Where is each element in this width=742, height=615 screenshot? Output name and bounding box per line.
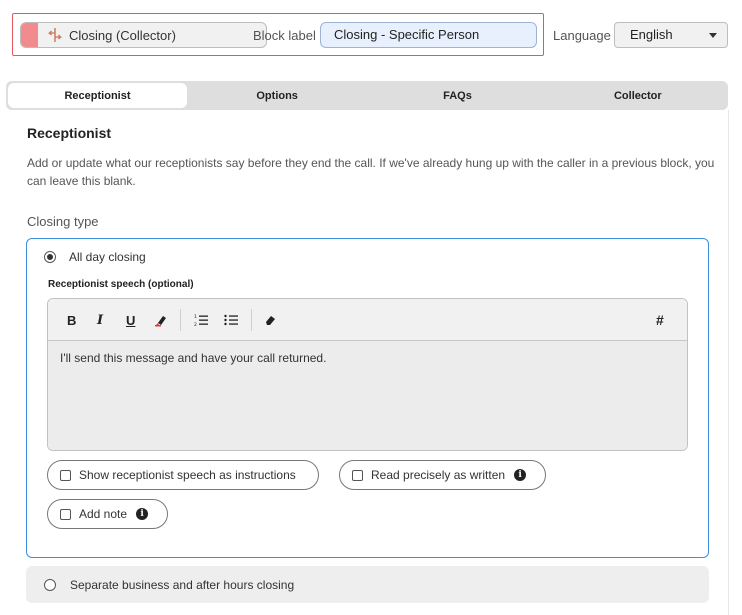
separate-hours-option[interactable]: Separate business and after hours closin…	[26, 566, 709, 603]
separate-hours-label: Separate business and after hours closin…	[70, 577, 295, 592]
ordered-list-icon[interactable]: 1 2	[194, 311, 208, 329]
svg-text:1: 1	[194, 314, 197, 320]
editor-toolbar: B I U 1 2 #	[48, 299, 687, 341]
speech-textarea[interactable]: I'll send this message and have your cal…	[48, 341, 687, 450]
toolbar-separator	[251, 309, 252, 331]
tab-receptionist[interactable]: Receptionist	[8, 83, 187, 108]
add-note-checkbox[interactable]: Add note i	[47, 499, 168, 529]
bullet-list-icon[interactable]	[224, 311, 238, 329]
block-type-chip[interactable]: Closing (Collector)	[20, 22, 267, 48]
block-label-input[interactable]: Closing - Specific Person	[320, 22, 537, 48]
all-day-closing-radio[interactable]	[44, 251, 56, 263]
tab-faqs[interactable]: FAQs	[367, 81, 547, 110]
separate-hours-radio[interactable]	[44, 578, 56, 591]
info-icon[interactable]: i	[514, 469, 527, 481]
svg-text:2: 2	[194, 322, 197, 327]
language-caption: Language	[553, 28, 611, 43]
italic-button[interactable]: I	[97, 311, 103, 329]
block-label-caption: Block label	[253, 28, 316, 43]
info-icon[interactable]: i	[136, 508, 149, 520]
block-color-swatch	[21, 23, 38, 47]
tab-collector[interactable]: Collector	[548, 81, 728, 110]
language-value: English	[630, 27, 673, 42]
read-precisely-label: Read precisely as written	[371, 468, 506, 482]
checkbox-square	[352, 469, 363, 481]
checkbox-square	[60, 469, 71, 481]
underline-button[interactable]: U	[126, 311, 135, 329]
tab-options[interactable]: Options	[187, 81, 367, 110]
language-select[interactable]: English	[614, 22, 728, 48]
checkbox-square	[60, 508, 71, 520]
speech-editor: B I U 1 2 # I'll send this message and h…	[47, 298, 688, 451]
bold-button[interactable]: B	[67, 311, 76, 329]
section-description: Add or update what our receptionists say…	[27, 156, 715, 188]
section-title: Receptionist	[27, 125, 112, 141]
tab-bar: Receptionist Options FAQs Collector	[6, 81, 728, 110]
receptionist-speech-label: Receptionist speech (optional)	[48, 279, 194, 290]
chevron-down-icon	[709, 33, 717, 38]
eraser-icon[interactable]	[263, 311, 277, 329]
add-note-label: Add note	[79, 507, 128, 521]
block-type-name: Closing (Collector)	[69, 27, 176, 43]
closing-icon	[47, 27, 63, 43]
read-precisely-checkbox[interactable]: Read precisely as written i	[339, 460, 546, 490]
highlighter-icon[interactable]	[154, 311, 168, 329]
closing-type-label: Closing type	[27, 214, 99, 229]
variable-hash-button[interactable]: #	[656, 311, 664, 329]
toolbar-separator	[180, 309, 181, 331]
all-day-closing-label: All day closing	[69, 250, 146, 264]
panel-divider	[728, 110, 729, 615]
show-as-instructions-checkbox[interactable]: Show receptionist speech as instructions	[47, 460, 319, 490]
show-as-instructions-label: Show receptionist speech as instructions	[79, 468, 296, 482]
